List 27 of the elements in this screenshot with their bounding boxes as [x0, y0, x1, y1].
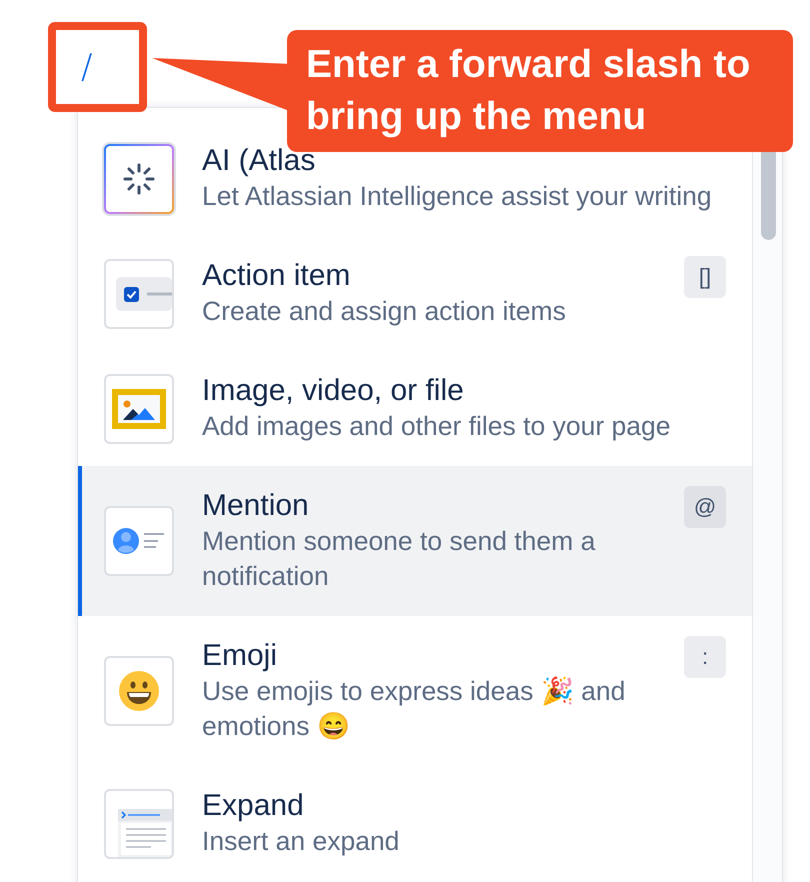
item-title: Mention — [202, 488, 309, 524]
menu-item[interactable]: Expand Insert an expand — [78, 766, 752, 881]
menu-item[interactable]: Emoji Use emojis to express ideas 🎉 and emotions 😄 : — [78, 616, 752, 766]
sparkle-icon — [122, 162, 156, 196]
item-description: Let Atlassian Intelligence assist your writing — [202, 180, 712, 213]
item-description: Add images and other files to your page — [202, 410, 670, 443]
item-description: Mention someone to send them a notification — [202, 525, 596, 593]
menu-item[interactable]: Mention Mention someone to send them a notification @ — [78, 466, 752, 616]
item-title: Image, video, or file — [202, 373, 464, 409]
expand-icon — [118, 808, 172, 856]
shortcut-key: : — [684, 636, 726, 678]
item-description: Create and assign action items — [202, 295, 566, 328]
item-description: Use emojis to express ideas 🎉 and emotions 😄 — [202, 675, 626, 743]
callout-tooltip: Enter a forward slash to bring up the menu — [287, 30, 793, 152]
user-card-icon — [113, 526, 165, 556]
smiley-icon — [119, 671, 159, 711]
checkbox-icon — [116, 276, 172, 310]
menu-item[interactable]: Image, video, or file Add images and other files to your page — [78, 351, 752, 466]
item-description: Insert an expand — [202, 825, 400, 858]
shortcut-key: [] — [684, 256, 726, 298]
image-icon — [112, 388, 166, 428]
item-title: Action item — [202, 258, 350, 294]
menu-item[interactable]: Action item Create and assign action items [] — [78, 236, 752, 351]
text-input[interactable]: / — [48, 22, 147, 112]
shortcut-key: @ — [684, 486, 726, 528]
item-title: Emoji — [202, 638, 278, 674]
item-title: Expand — [202, 788, 304, 824]
